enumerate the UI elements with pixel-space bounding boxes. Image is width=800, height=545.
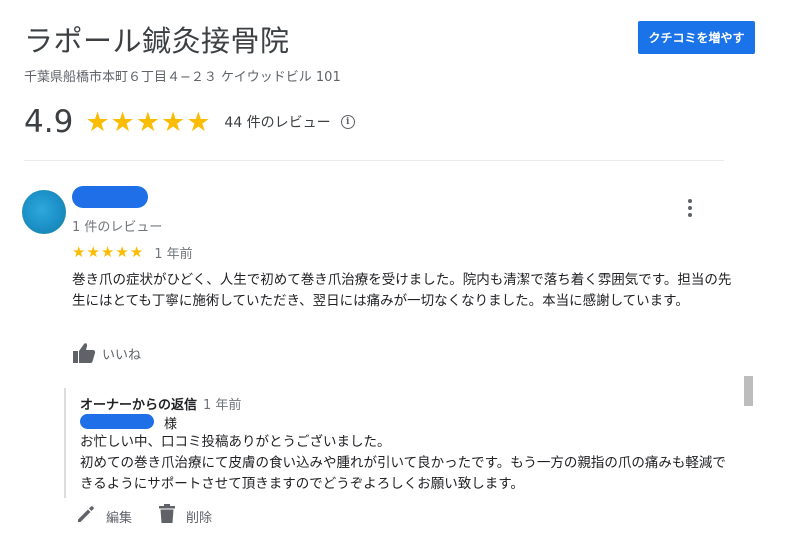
info-icon[interactable]: i (340, 115, 355, 129)
like-label: いいね (102, 347, 142, 363)
review-date: 1 年前 (154, 247, 193, 262)
business-title: ラポール鍼灸接骨院 (24, 24, 290, 58)
edit-label: 編集 (106, 510, 133, 526)
owner-reply-title: オーナーからの返信 (80, 398, 198, 413)
owner-reply: オーナーからの返信 1 年前 様 お忙しい中、口コミ投稿ありがとうございました。… (64, 388, 726, 498)
edit-reply-button[interactable]: 編集 (76, 504, 132, 528)
addressee-name-redacted (80, 414, 154, 429)
owner-reply-body: お忙しい中、口コミ投稿ありがとうございました。 初めての巻き爪治療にて皮膚の食い… (80, 432, 730, 495)
star-icon: ★ (115, 243, 129, 261)
review-rating: ★ ★ ★ ★ ★ 1 年前 (72, 243, 193, 263)
thumb-up-icon (72, 342, 96, 364)
star-icon: ★ (186, 106, 211, 138)
star-icon: ★ (129, 243, 144, 261)
scrollbar-thumb[interactable] (744, 376, 753, 406)
get-more-reviews-button[interactable]: クチコミを増やす (638, 21, 755, 54)
rating-summary: 4.9 ★ ★ ★ ★ ★ 44 件のレビュー i (24, 104, 355, 140)
section-divider (24, 160, 724, 161)
star-icon: ★ (110, 106, 135, 138)
reviewer-name-redacted[interactable] (72, 186, 148, 208)
like-button[interactable]: いいね (72, 342, 141, 364)
owner-reply-date: 1 年前 (203, 398, 242, 413)
star-icon: ★ (135, 106, 160, 138)
delete-reply-button[interactable]: 削除 (158, 504, 212, 528)
trash-icon (158, 504, 176, 528)
more-vert-icon[interactable] (680, 198, 700, 218)
owner-reply-line: お忙しい中、口コミ投稿ありがとうございました。 (80, 434, 391, 450)
star-icon: ★ (85, 106, 110, 138)
reviewer-avatar[interactable] (22, 190, 66, 234)
reply-actions: 編集 削除 (76, 504, 238, 528)
review-count[interactable]: 44 件のレビュー (224, 112, 330, 132)
addressee-honorific: 様 (164, 417, 178, 432)
star-icon: ★ (72, 243, 86, 261)
rating-stars: ★ ★ ★ ★ ★ (85, 109, 210, 136)
business-address: 千葉県船橋市本町６丁目４−２３ ケイウッドビル 101 (24, 70, 341, 85)
star-icon: ★ (100, 243, 115, 261)
owner-reply-line: 初めての巻き爪治療にて皮膚の食い込みや腫れが引いて良かったです。もう一方の親指の… (80, 455, 726, 492)
star-icon: ★ (86, 243, 100, 261)
star-icon: ★ (160, 106, 186, 138)
reviewer-review-count: 1 件のレビュー (72, 220, 163, 235)
delete-label: 削除 (186, 510, 213, 526)
average-rating: 4.9 (24, 104, 74, 140)
pencil-icon (76, 504, 96, 528)
review-body: 巻き爪の症状がひどく、人生で初めて巻き爪治療を受けました。院内も清潔で落ち着く雰… (72, 272, 732, 309)
